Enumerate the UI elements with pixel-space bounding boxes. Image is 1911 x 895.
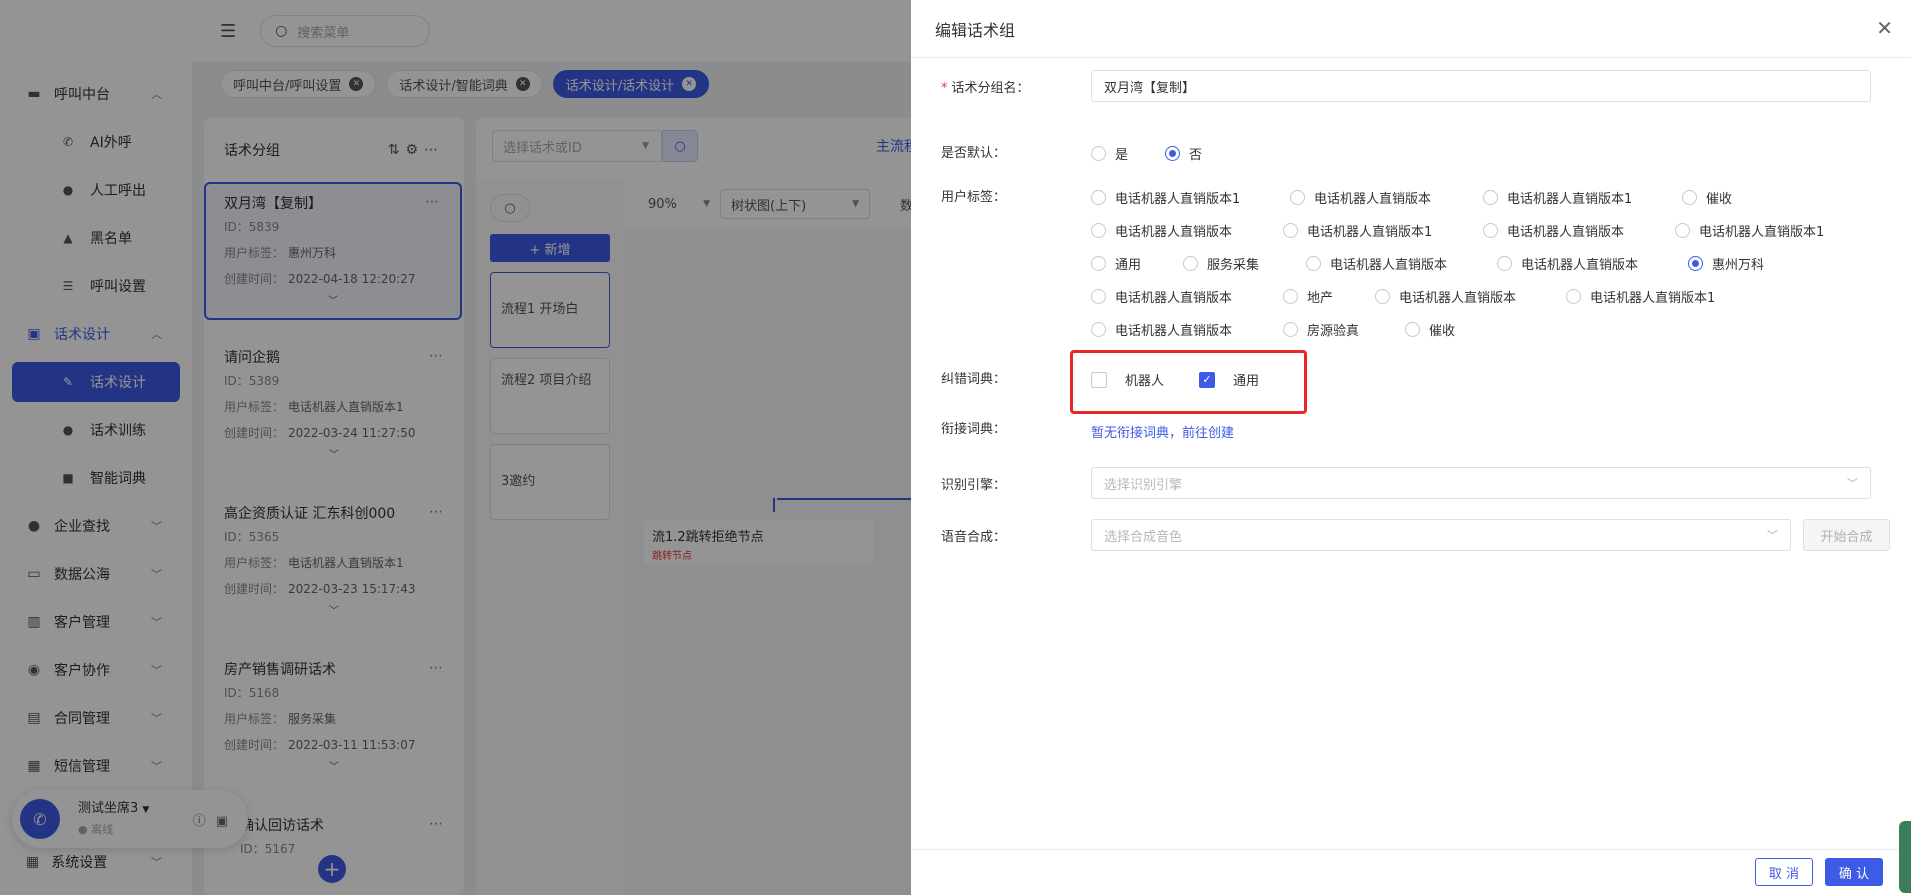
field-label: 语音合成： <box>941 529 1007 545</box>
radio-default-yes[interactable]: 是 <box>1091 144 1128 163</box>
radio-dot <box>1283 289 1298 304</box>
radio-dot <box>1566 289 1581 304</box>
radio-user-tag[interactable]: 电话机器人直销版本 <box>1091 320 1232 339</box>
radio-dot <box>1483 190 1498 205</box>
radio-user-tag[interactable]: 地产 <box>1283 287 1333 306</box>
radio-dot <box>1306 256 1321 271</box>
radio-user-tag[interactable]: 催收 <box>1682 188 1732 207</box>
radio-label: 电话机器人直销版本 <box>1507 225 1625 240</box>
radio-label: 电话机器人直销版本 <box>1399 291 1517 306</box>
radio-user-tag[interactable]: 电话机器人直销版本1 <box>1091 188 1240 207</box>
radio-user-tag[interactable]: 电话机器人直销版本1 <box>1283 221 1432 240</box>
field-label: 是否默认： <box>941 146 1007 161</box>
chevron-down-icon: ﹀ <box>1767 529 1778 542</box>
radio-label: 电话机器人直销版本 <box>1314 192 1432 207</box>
radio-dot <box>1283 223 1298 238</box>
radio-dot <box>1183 256 1198 271</box>
field-label: * 话术分组名： <box>911 77 1091 96</box>
field-label: 用户标签： <box>941 190 1007 205</box>
drawer-title: 编辑话术组 <box>935 20 1016 40</box>
radio-label: 电话机器人直销版本1 <box>1507 192 1633 207</box>
engine-select[interactable]: 选择识别引擎 ﹀ <box>1091 467 1871 499</box>
radio-dot <box>1091 322 1106 337</box>
field-label: 纠错词典： <box>941 372 1007 387</box>
field-is-default: 是否默认： 是 否 <box>911 144 1911 176</box>
radio-label: 催收 <box>1706 192 1733 207</box>
radio-label: 地产 <box>1307 291 1334 306</box>
radio-dot <box>1688 256 1703 271</box>
radio-label: 电话机器人直销版本 <box>1115 324 1233 339</box>
radio-user-tag-selected[interactable]: 惠州万科 <box>1688 254 1764 273</box>
radio-user-tag[interactable]: 催收 <box>1405 320 1455 339</box>
radio-dot <box>1497 256 1512 271</box>
field-label: 衔接词典： <box>941 422 1007 437</box>
radio-dot <box>1091 190 1106 205</box>
required-mark: * <box>941 80 948 96</box>
drawer-footer: 取 消 确 认 <box>911 849 1911 895</box>
radio-user-tag[interactable]: 通用 <box>1091 254 1141 273</box>
radio-label: 是 <box>1115 148 1129 163</box>
radio-user-tag[interactable]: 电话机器人直销版本 <box>1306 254 1447 273</box>
radio-label: 催收 <box>1429 324 1456 339</box>
radio-user-tag[interactable]: 房源验真 <box>1283 320 1359 339</box>
annotation-highlight-box <box>1070 350 1307 414</box>
radio-label: 电话机器人直销版本1 <box>1115 192 1241 207</box>
tts-placeholder: 选择合成音色 <box>1104 529 1183 545</box>
radio-dot <box>1165 146 1180 161</box>
field-group-name: * 话术分组名： 双月湾【复制】 <box>911 70 1911 102</box>
radio-dot <box>1283 322 1298 337</box>
radio-user-tag[interactable]: 电话机器人直销版本 <box>1497 254 1638 273</box>
field-link-dict: 衔接词典： <box>911 420 1911 444</box>
radio-user-tag[interactable]: 电话机器人直销版本 <box>1483 221 1624 240</box>
radio-dot <box>1091 223 1106 238</box>
drawer-header: 编辑话术组 <box>911 0 1911 58</box>
radio-user-tag[interactable]: 电话机器人直销版本1 <box>1483 188 1632 207</box>
radio-label: 电话机器人直销版本 <box>1330 258 1448 273</box>
radio-label: 通用 <box>1115 258 1142 273</box>
radio-user-tag[interactable]: 电话机器人直销版本 <box>1091 221 1232 240</box>
edit-script-group-drawer: 编辑话术组 ✕ * 话术分组名： 双月湾【复制】 是否默认： 是 否 用户标签： … <box>911 0 1911 895</box>
radio-label: 电话机器人直销版本 <box>1115 291 1233 306</box>
radio-user-tag[interactable]: 电话机器人直销版本 <box>1375 287 1516 306</box>
cancel-button[interactable]: 取 消 <box>1755 858 1813 886</box>
tts-select[interactable]: 选择合成音色 ﹀ <box>1091 519 1791 551</box>
radio-label: 电话机器人直销版本1 <box>1307 225 1433 240</box>
radio-dot <box>1091 146 1106 161</box>
close-icon[interactable]: ✕ <box>1876 18 1893 38</box>
radio-dot <box>1405 322 1420 337</box>
radio-dot <box>1290 190 1305 205</box>
radio-label: 电话机器人直销版本1 <box>1590 291 1716 306</box>
field-label-text: 话术分组名： <box>951 80 1030 96</box>
floating-meter-widget[interactable] <box>1899 821 1911 893</box>
create-link-dict-link[interactable]: 暂无衔接词典，前往创建 <box>1091 422 1234 441</box>
radio-user-tag[interactable]: 服务采集 <box>1183 254 1259 273</box>
field-correction-dict: 纠错词典： <box>911 370 1911 394</box>
start-synthesis-button[interactable]: 开始合成 <box>1803 519 1890 551</box>
radio-label: 电话机器人直销版本 <box>1521 258 1639 273</box>
radio-label: 服务采集 <box>1207 258 1260 273</box>
radio-user-tag[interactable]: 电话机器人直销版本1 <box>1566 287 1715 306</box>
radio-label: 电话机器人直销版本 <box>1115 225 1233 240</box>
radio-dot <box>1375 289 1390 304</box>
radio-dot <box>1091 289 1106 304</box>
chevron-down-icon: ﹀ <box>1847 477 1858 490</box>
radio-label: 惠州万科 <box>1712 258 1765 273</box>
radio-dot <box>1675 223 1690 238</box>
radio-label: 否 <box>1189 148 1203 163</box>
group-name-input[interactable]: 双月湾【复制】 <box>1091 70 1871 102</box>
radio-user-tag[interactable]: 电话机器人直销版本1 <box>1675 221 1824 240</box>
radio-dot <box>1483 223 1498 238</box>
radio-dot <box>1091 256 1106 271</box>
radio-user-tag[interactable]: 电话机器人直销版本 <box>1290 188 1431 207</box>
field-label: 识别引擎： <box>941 477 1007 493</box>
radio-label: 电话机器人直销版本1 <box>1699 225 1825 240</box>
engine-placeholder: 选择识别引擎 <box>1104 477 1183 493</box>
radio-label: 房源验真 <box>1307 324 1360 339</box>
confirm-button[interactable]: 确 认 <box>1825 858 1883 886</box>
radio-dot <box>1682 190 1697 205</box>
drawer-body: * 话术分组名： 双月湾【复制】 是否默认： 是 否 用户标签： 电话机器人直销版… <box>911 58 1911 849</box>
radio-user-tag[interactable]: 电话机器人直销版本 <box>1091 287 1232 306</box>
radio-default-no[interactable]: 否 <box>1165 144 1202 163</box>
